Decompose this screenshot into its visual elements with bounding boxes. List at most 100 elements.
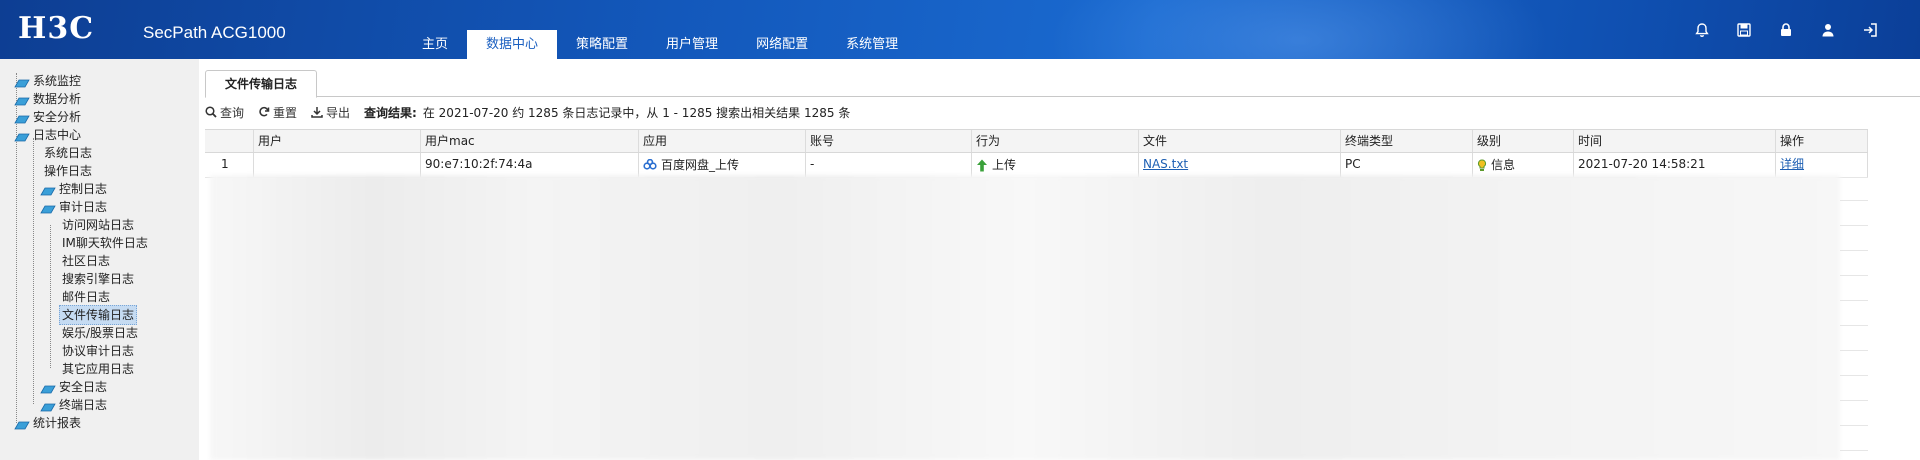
sidebar-item-label: 搜索引擎日志 <box>62 272 135 286</box>
nav-policy[interactable]: 策略配置 <box>557 30 647 59</box>
sidebar-item-system-log[interactable]: 系统日志 <box>42 144 94 162</box>
col-operation: 操作 <box>1776 130 1868 152</box>
reset-label: 重置 <box>273 105 298 120</box>
sidebar-item-file-transfer-log[interactable]: 文件传输日志 <box>59 305 138 325</box>
nav-system[interactable]: 系统管理 <box>827 30 917 59</box>
col-index <box>205 130 254 152</box>
brand-logo: H3C <box>18 11 95 46</box>
col-file[interactable]: 文件 <box>1139 130 1341 152</box>
detail-link[interactable]: 详细 <box>1780 157 1804 171</box>
col-level[interactable]: 级别 <box>1473 130 1574 152</box>
sidebar-item-entertainment-log[interactable]: 娱乐/股票日志 <box>60 324 140 342</box>
tab-bar: 文件传输日志 <box>205 67 1920 98</box>
row-operation: 详细 <box>1776 153 1868 177</box>
row-user <box>254 153 421 177</box>
sidebar-item-label: 社区日志 <box>62 254 111 268</box>
action-text: 上传 <box>992 157 1017 172</box>
nav-data-center[interactable]: 数据中心 <box>467 30 558 59</box>
main-nav: 主页 数据中心 策略配置 用户管理 网络配置 系统管理 <box>403 30 917 59</box>
row-file: NAS.txt <box>1139 153 1341 177</box>
sidebar-item-control-log[interactable]: 控制日志 <box>40 180 109 198</box>
header-icons <box>1692 20 1880 40</box>
sidebar-item-statistics-report[interactable]: 统计报表 <box>14 414 83 432</box>
sidebar-item-security-analysis[interactable]: 安全分析 <box>14 108 83 126</box>
col-app[interactable]: 应用 <box>639 130 806 152</box>
sidebar-item-other-app-log[interactable]: 其它应用日志 <box>60 360 136 378</box>
col-mac[interactable]: 用户mac <box>421 130 639 152</box>
nav-users[interactable]: 用户管理 <box>647 30 737 59</box>
baidu-netdisk-icon <box>643 159 657 170</box>
row-divider <box>1840 450 1868 451</box>
col-terminal[interactable]: 终端类型 <box>1341 130 1473 152</box>
sidebar-item-protocol-audit-log[interactable]: 协议审计日志 <box>60 342 136 360</box>
sidebar-item-im-log[interactable]: IM聊天软件日志 <box>60 234 150 252</box>
reset-button[interactable]: 重置 <box>258 104 297 121</box>
toolbar: 查询 重置 导出 查询结果: 在 2021-07-20 约 1285 条日志记录… <box>205 100 850 124</box>
sidebar-item-data-analysis[interactable]: 数据分析 <box>14 90 83 108</box>
folder-icon <box>40 184 56 195</box>
folder-icon <box>14 76 30 87</box>
col-account[interactable]: 账号 <box>806 130 972 152</box>
sidebar-item-mail-log[interactable]: 邮件日志 <box>60 288 112 306</box>
logout-icon[interactable] <box>1860 20 1880 40</box>
row-action: 上传 <box>972 153 1139 177</box>
sidebar-item-label: 其它应用日志 <box>62 362 135 376</box>
sidebar-item-label: 安全日志 <box>59 380 108 394</box>
folder-open-icon <box>14 130 30 141</box>
row-divider <box>1840 425 1868 426</box>
row-divider <box>1840 225 1868 226</box>
top-header: H3C SecPath ACG1000 主页 数据中心 策略配置 用户管理 网络… <box>0 0 1920 59</box>
sidebar-item-label: 系统监控 <box>33 74 82 88</box>
level-text: 信息 <box>1491 157 1516 172</box>
query-button[interactable]: 查询 <box>205 104 244 121</box>
sidebar-item-audit-log[interactable]: 审计日志 <box>40 198 109 216</box>
sidebar-item-web-access-log[interactable]: 访问网站日志 <box>60 216 136 234</box>
sidebar-item-operation-log[interactable]: 操作日志 <box>42 162 94 180</box>
tab-file-transfer-log[interactable]: 文件传输日志 <box>205 70 317 98</box>
row-mac: 90:e7:10:2f:74:4a <box>421 153 639 177</box>
col-action[interactable]: 行为 <box>972 130 1139 152</box>
folder-icon <box>14 418 30 429</box>
bell-icon[interactable] <box>1692 20 1712 40</box>
save-icon[interactable] <box>1734 20 1754 40</box>
sidebar-item-system-monitor[interactable]: 系统监控 <box>14 72 83 90</box>
folder-icon <box>40 382 56 393</box>
product-name: SecPath ACG1000 <box>143 23 286 42</box>
sidebar-item-label: 文件传输日志 <box>59 305 138 325</box>
sidebar-item-label: 控制日志 <box>59 182 108 196</box>
col-user[interactable]: 用户 <box>254 130 421 152</box>
lock-icon[interactable] <box>1776 20 1796 40</box>
folder-icon <box>14 94 30 105</box>
col-time[interactable]: 时间 <box>1574 130 1776 152</box>
download-icon <box>311 107 323 118</box>
sidebar-item-label: 终端日志 <box>59 398 108 412</box>
row-app: 百度网盘_上传 <box>639 153 806 177</box>
nav-network[interactable]: 网络配置 <box>737 30 827 59</box>
user-icon[interactable] <box>1818 20 1838 40</box>
row-divider <box>1840 275 1868 276</box>
sidebar-item-label: 安全分析 <box>33 110 82 124</box>
sidebar-item-search-engine-log[interactable]: 搜索引擎日志 <box>60 270 136 288</box>
header-glow <box>1050 0 1550 59</box>
sidebar-item-label: 邮件日志 <box>62 290 111 304</box>
log-table: 用户 用户mac 应用 账号 行为 文件 终端类型 级别 时间 操作 1 90:… <box>205 129 1868 178</box>
sidebar-item-terminal-log[interactable]: 终端日志 <box>40 396 109 414</box>
row-divider <box>1840 375 1868 376</box>
blurred-rows-region <box>210 175 1840 460</box>
result-label: 查询结果: <box>364 105 417 120</box>
sidebar-item-label: 操作日志 <box>44 164 93 178</box>
table-header: 用户 用户mac 应用 账号 行为 文件 终端类型 级别 时间 操作 <box>205 129 1868 153</box>
file-link[interactable]: NAS.txt <box>1143 157 1188 171</box>
folder-icon <box>14 112 30 123</box>
tree-line-log-center <box>33 138 34 404</box>
tree-line-audit <box>50 225 51 368</box>
search-icon <box>205 106 217 118</box>
info-bulb-icon <box>1477 158 1487 171</box>
sidebar-item-security-log[interactable]: 安全日志 <box>40 378 109 396</box>
export-button[interactable]: 导出 <box>311 104 350 121</box>
sidebar-item-community-log[interactable]: 社区日志 <box>60 252 112 270</box>
nav-home[interactable]: 主页 <box>403 30 467 59</box>
sidebar-item-log-center[interactable]: 日志中心 <box>14 126 83 144</box>
row-index: 1 <box>205 153 254 177</box>
row-account: - <box>806 153 972 177</box>
